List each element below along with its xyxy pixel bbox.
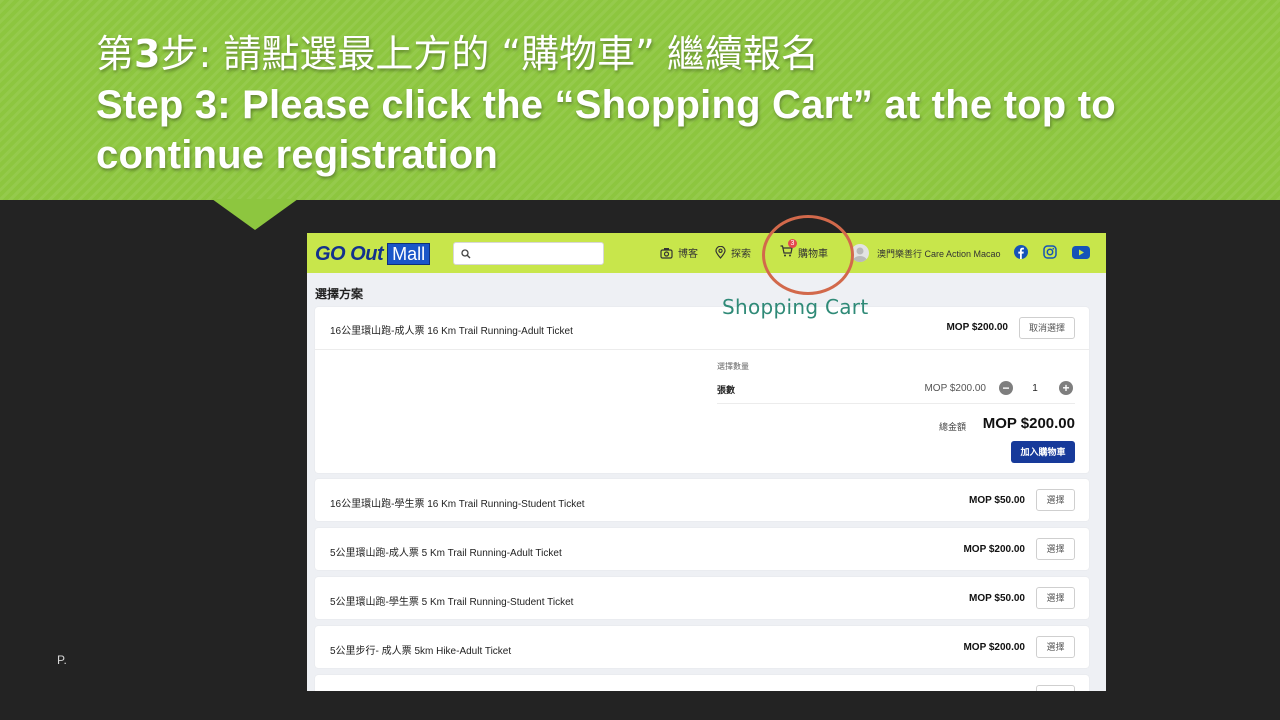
- select-ticket-button[interactable]: [1036, 685, 1075, 691]
- decrease-quantity-button[interactable]: −: [999, 381, 1013, 395]
- select-ticket-button[interactable]: 選擇: [1036, 538, 1075, 560]
- quantity-heading: 選擇數量: [717, 362, 749, 371]
- add-to-cart-button[interactable]: 加入購物車: [1011, 441, 1075, 463]
- section-title: 選擇方案: [315, 287, 364, 301]
- ticket-price: MOP $200.00: [963, 544, 1025, 555]
- title-zh-prefix: 第: [96, 32, 135, 76]
- instagram-icon[interactable]: [1043, 245, 1057, 259]
- selected-ticket-card: 16公里環山跑-成人票 16 Km Trail Running-Adult Ti…: [315, 307, 1089, 473]
- ticket-name: 5公里環山跑-學生票 5 Km Trail Running-Student Ti…: [330, 597, 574, 608]
- top-navigation-bar: GO Out Mall 博客 探索 3 購物車 澳門樂善行 Care Actio…: [307, 233, 1106, 273]
- title-zh-step: 3: [134, 32, 161, 76]
- selected-ticket-name: 16公里環山跑-成人票 16 Km Trail Running-Adult Ti…: [330, 326, 573, 337]
- unit-price: MOP $200.00: [924, 383, 986, 394]
- ticket-option-partial[interactable]: [315, 675, 1089, 691]
- ticket-price: MOP $50.00: [969, 593, 1025, 604]
- location-pin-icon: [715, 246, 726, 259]
- page-number: P.: [57, 653, 67, 667]
- title-english-line2: continue registration: [96, 133, 499, 177]
- shopping-cart-annotation: Shopping Cart: [722, 295, 869, 319]
- logo-go-out: GO Out: [315, 242, 384, 265]
- ticket-option[interactable]: 16公里環山跑-學生票 16 Km Trail Running-Student …: [315, 479, 1089, 521]
- ticket-option[interactable]: 5公里步行- 成人票 5km Hike-Adult Ticket MOP $20…: [315, 626, 1089, 668]
- quantity-value[interactable]: 1: [1029, 383, 1041, 394]
- total-value: MOP $200.00: [982, 415, 1075, 432]
- go-out-mall-logo[interactable]: GO Out Mall: [315, 242, 431, 266]
- logo-mall: Mall: [387, 243, 431, 265]
- increase-quantity-button[interactable]: +: [1059, 381, 1073, 395]
- nav-blog-label: 博客: [678, 249, 698, 260]
- user-name[interactable]: 澳門樂善行 Care Action Macao: [877, 247, 1001, 260]
- youtube-icon[interactable]: [1072, 246, 1090, 259]
- title-zh-rest: 步: 請點選最上方的 “購物車” 繼續報名: [160, 32, 819, 76]
- app-screenshot: GO Out Mall 博客 探索 3 購物車 澳門樂善行 Care Actio…: [307, 233, 1106, 691]
- quantity-divider: [717, 403, 1075, 404]
- title-english-line1: Step 3: Please click the “Shopping Cart”…: [96, 83, 1116, 127]
- select-ticket-button[interactable]: 選擇: [1036, 636, 1075, 658]
- slide-title: 第3步: 請點選最上方的 “購物車” 繼續報名 Step 3: Please c…: [96, 28, 1256, 180]
- camera-icon: [660, 247, 673, 259]
- ticket-name: 16公里環山跑-學生票 16 Km Trail Running-Student …: [330, 499, 585, 510]
- ticket-name: 5公里步行- 成人票 5km Hike-Adult Ticket: [330, 646, 512, 657]
- title-chinese: 第3步: 請點選最上方的 “購物車” 繼續報名: [96, 28, 1256, 80]
- cancel-selection-button[interactable]: 取消選擇: [1019, 317, 1075, 339]
- nav-explore[interactable]: 探索: [715, 245, 751, 260]
- quantity-label: 張數: [717, 385, 736, 395]
- nav-explore-label: 探索: [731, 249, 751, 260]
- card-divider: [315, 349, 1089, 350]
- search-input[interactable]: [453, 242, 604, 265]
- cart-highlight-circle: [762, 215, 854, 295]
- banner-notch: [212, 199, 298, 230]
- search-icon: [461, 249, 471, 259]
- ticket-option[interactable]: 5公里環山跑-成人票 5 Km Trail Running-Adult Tick…: [315, 528, 1089, 570]
- select-ticket-button[interactable]: 選擇: [1036, 489, 1075, 511]
- ticket-name: 5公里環山跑-成人票 5 Km Trail Running-Adult Tick…: [330, 548, 562, 559]
- ticket-price: MOP $200.00: [963, 642, 1025, 653]
- ticket-option[interactable]: 5公里環山跑-學生票 5 Km Trail Running-Student Ti…: [315, 577, 1089, 619]
- total-label: 總金額: [939, 422, 967, 432]
- selected-ticket-price: MOP $200.00: [946, 322, 1008, 333]
- ticket-price: MOP $50.00: [969, 495, 1025, 506]
- nav-blog[interactable]: 博客: [660, 245, 698, 260]
- facebook-icon[interactable]: [1014, 245, 1028, 259]
- select-ticket-button[interactable]: 選擇: [1036, 587, 1075, 609]
